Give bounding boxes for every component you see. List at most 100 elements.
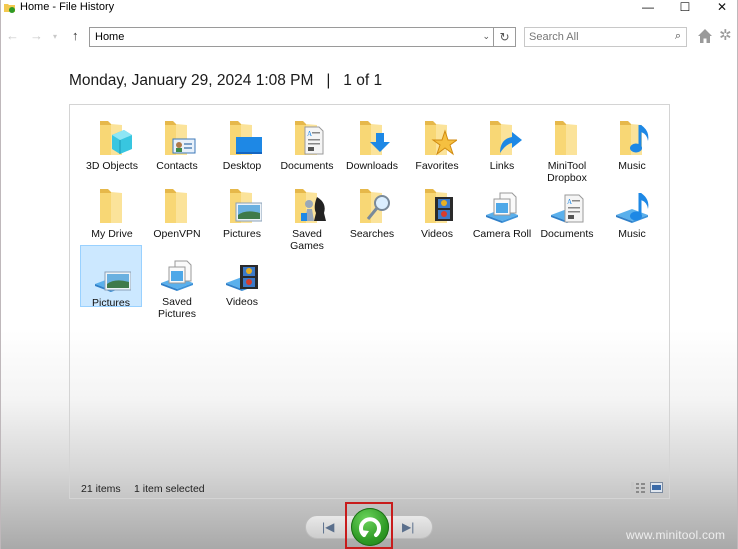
file-item-label: Searches	[349, 228, 395, 240]
chevron-down-icon[interactable]: ⌄	[482, 31, 490, 42]
previous-version-button[interactable]: |◀	[322, 520, 334, 534]
window-title: Home - File History	[20, 1, 115, 13]
file-item[interactable]: Videos	[406, 177, 468, 241]
minimize-icon: —	[642, 0, 654, 14]
maximize-icon: ☐	[679, 0, 691, 14]
folder-searches-icon	[352, 185, 392, 225]
file-item-label: Desktop	[222, 160, 262, 172]
snapshot-separator: |	[326, 72, 331, 89]
large-icons-view-icon[interactable]	[650, 482, 663, 493]
folder-downloads-icon	[352, 117, 392, 157]
next-version-button[interactable]: ▶|	[402, 520, 414, 534]
file-item[interactable]: A Documents	[276, 109, 338, 173]
file-item[interactable]: MiniTool Dropbox	[536, 109, 598, 184]
svg-text:A: A	[307, 130, 312, 138]
address-bar[interactable]: Home ⌄	[89, 27, 494, 47]
recent-locations-button[interactable]: ▾	[53, 32, 57, 41]
file-item-label: Documents	[540, 228, 594, 240]
file-item-label: Videos	[226, 296, 258, 308]
file-item-label: Music	[618, 228, 646, 240]
file-item-label: Pictures	[223, 228, 261, 240]
title-bar: Home - File History — ☐ ✕	[1, 0, 738, 16]
minimize-button[interactable]: —	[633, 0, 663, 14]
file-item[interactable]: Saved Pictures	[146, 245, 208, 320]
library-camera-roll-icon	[482, 185, 522, 225]
file-item[interactable]: Saved Games	[276, 177, 338, 252]
file-item[interactable]: A Documents	[536, 177, 598, 241]
file-item-label: Pictures	[92, 297, 130, 309]
refresh-icon: ↻	[499, 30, 510, 44]
file-item-label: Downloads	[346, 160, 398, 172]
folder-videos-icon	[417, 185, 457, 225]
file-item-label: Videos	[421, 228, 453, 240]
file-item[interactable]: Contacts	[146, 109, 208, 173]
file-item-label: Contacts	[156, 160, 198, 172]
file-item-label: OpenVPN	[153, 228, 201, 240]
watermark: www.minitool.com	[626, 528, 726, 542]
file-item[interactable]: Desktop	[211, 109, 273, 173]
selection-count: 1 item selected	[134, 483, 205, 495]
file-item[interactable]: OpenVPN	[146, 177, 208, 241]
file-item[interactable]: 3D Objects	[81, 109, 143, 173]
file-item[interactable]: Videos	[211, 245, 273, 309]
item-count: 21 items	[81, 483, 121, 495]
folder-favorites-icon	[417, 117, 459, 157]
details-view-icon[interactable]	[631, 482, 645, 494]
search-icon[interactable]: ⌕	[675, 30, 681, 43]
library-documents-icon: A	[547, 185, 587, 225]
snapshot-position: 1 of 1	[343, 72, 383, 89]
home-icon[interactable]	[697, 28, 713, 44]
gear-icon[interactable]: ✲	[719, 28, 735, 44]
forward-button[interactable]: →	[30, 28, 43, 43]
close-button[interactable]: ✕	[707, 0, 737, 14]
folder-music-icon	[612, 117, 652, 157]
search-input[interactable]: Search All ⌕	[524, 27, 687, 47]
address-value: Home	[95, 31, 125, 43]
file-item[interactable]: Searches	[341, 177, 403, 241]
file-item-label: Saved Pictures	[158, 296, 196, 320]
file-item[interactable]: Favorites	[406, 109, 468, 173]
folder-pictures-icon	[222, 185, 263, 225]
file-item[interactable]: Camera Roll	[471, 177, 533, 241]
file-item-label: Favorites	[415, 160, 459, 172]
file-item[interactable]: Pictures	[211, 177, 273, 241]
file-item[interactable]: Music	[601, 177, 663, 241]
library-videos-icon	[222, 253, 262, 293]
file-item-label: Camera Roll	[472, 228, 532, 240]
svg-text:A: A	[567, 198, 572, 206]
file-list-panel: 3D Objects Contacts Desktop A Documents Downl…	[69, 104, 670, 499]
back-button[interactable]: ←	[6, 28, 19, 43]
file-item-label: Music	[618, 160, 646, 172]
folder-icon	[157, 185, 197, 225]
restore-highlight	[345, 502, 393, 549]
refresh-button[interactable]: ↻	[494, 27, 516, 47]
close-icon: ✕	[716, 0, 728, 14]
folder-links-icon	[482, 117, 522, 157]
folder-saved-games-icon	[287, 185, 327, 225]
file-item-label: 3D Objects	[86, 160, 138, 172]
restore-button[interactable]	[351, 508, 389, 546]
library-saved-pictures-icon	[157, 253, 197, 293]
file-item[interactable]: Links	[471, 109, 533, 173]
file-item[interactable]: Downloads	[341, 109, 403, 173]
restore-icon	[359, 517, 381, 537]
folder-documents-icon: A	[287, 117, 327, 157]
file-item-label: Links	[489, 160, 515, 172]
folder-icon	[547, 117, 587, 157]
folder-desktop-icon	[222, 117, 262, 157]
maximize-button[interactable]: ☐	[670, 0, 700, 14]
up-button[interactable]: ↑	[72, 28, 79, 43]
file-item-label: My Drive	[91, 228, 133, 240]
folder-3d-objects-icon	[92, 117, 132, 157]
library-pictures-icon	[91, 254, 132, 294]
file-item[interactable]: My Drive	[81, 177, 143, 241]
search-placeholder: Search All	[529, 31, 579, 43]
folder-contacts-icon	[157, 117, 197, 157]
file-item-label: Saved Games	[290, 228, 324, 252]
library-music-icon	[612, 185, 652, 225]
file-item[interactable]: Music	[601, 109, 663, 173]
snapshot-header: Monday, January 29, 2024 1:08 PM | 1 of …	[69, 72, 382, 90]
snapshot-date: Monday, January 29, 2024 1:08 PM	[69, 72, 314, 89]
file-history-app-icon	[4, 4, 15, 13]
file-item[interactable]: Pictures	[80, 245, 142, 309]
